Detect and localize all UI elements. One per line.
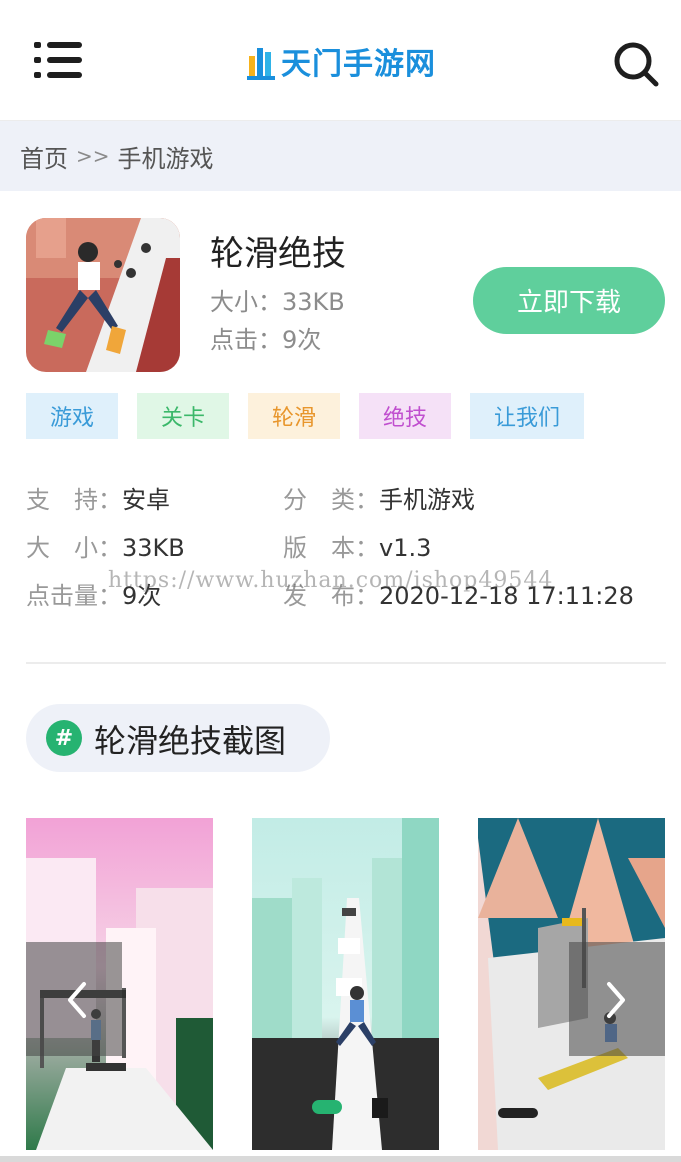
detail-key: 版 本： bbox=[283, 534, 379, 562]
detail-value: 安卓 bbox=[122, 486, 170, 514]
screenshots-title: 轮滑绝技截图 bbox=[94, 722, 287, 760]
screenshot-image[interactable] bbox=[252, 818, 439, 1150]
app-title: 轮滑绝技 bbox=[210, 234, 346, 274]
top-header: 天门手游网 bbox=[0, 0, 681, 121]
detail-category: 分 类：手机游戏 bbox=[283, 480, 475, 515]
hash-icon: # bbox=[46, 720, 82, 756]
detail-version: 版 本：v1.3 bbox=[283, 528, 431, 563]
breadcrumb-current-link[interactable]: 手机游戏 bbox=[118, 139, 214, 174]
detail-support: 支 持：安卓 bbox=[26, 480, 170, 515]
search-icon[interactable] bbox=[612, 40, 660, 88]
detail-value: 手机游戏 bbox=[379, 486, 475, 514]
chevron-left-icon bbox=[68, 982, 86, 1018]
tag-item[interactable]: 关卡 bbox=[137, 393, 229, 439]
app-icon-image bbox=[26, 218, 180, 372]
breadcrumb: 首页 >> 手机游戏 bbox=[0, 121, 681, 191]
logo-mark-icon bbox=[247, 42, 275, 80]
breadcrumb-separator: >> bbox=[76, 144, 110, 168]
tag-item[interactable]: 让我们 bbox=[470, 393, 584, 439]
chevron-right-icon bbox=[607, 982, 625, 1018]
watermark-text: https://www.huzhan.com/ishop49544 bbox=[108, 568, 554, 593]
detail-value: v1.3 bbox=[379, 534, 432, 562]
tag-item[interactable]: 轮滑 bbox=[248, 393, 340, 439]
site-logo[interactable]: 天门手游网 bbox=[247, 40, 436, 82]
bottom-edge bbox=[0, 1156, 681, 1162]
carousel-prev-button[interactable] bbox=[26, 942, 122, 1056]
breadcrumb-home-link[interactable]: 首页 bbox=[20, 139, 68, 174]
app-size: 大小：33KB bbox=[210, 288, 345, 316]
tag-item[interactable]: 游戏 bbox=[26, 393, 118, 439]
carousel-next-button[interactable] bbox=[569, 942, 665, 1056]
detail-key: 支 持： bbox=[26, 486, 122, 514]
detail-size: 大 小：33KB bbox=[26, 528, 185, 563]
hamburger-menu-icon[interactable] bbox=[34, 40, 82, 80]
tag-item[interactable]: 绝技 bbox=[359, 393, 451, 439]
detail-key: 分 类： bbox=[283, 486, 379, 514]
logo-text: 天门手游网 bbox=[281, 47, 436, 82]
section-divider bbox=[26, 662, 666, 664]
detail-value: 33KB bbox=[122, 534, 185, 562]
download-button[interactable]: 立即下载 bbox=[473, 267, 665, 334]
detail-key: 大 小： bbox=[26, 534, 122, 562]
app-clicks: 点击：9次 bbox=[210, 326, 322, 354]
